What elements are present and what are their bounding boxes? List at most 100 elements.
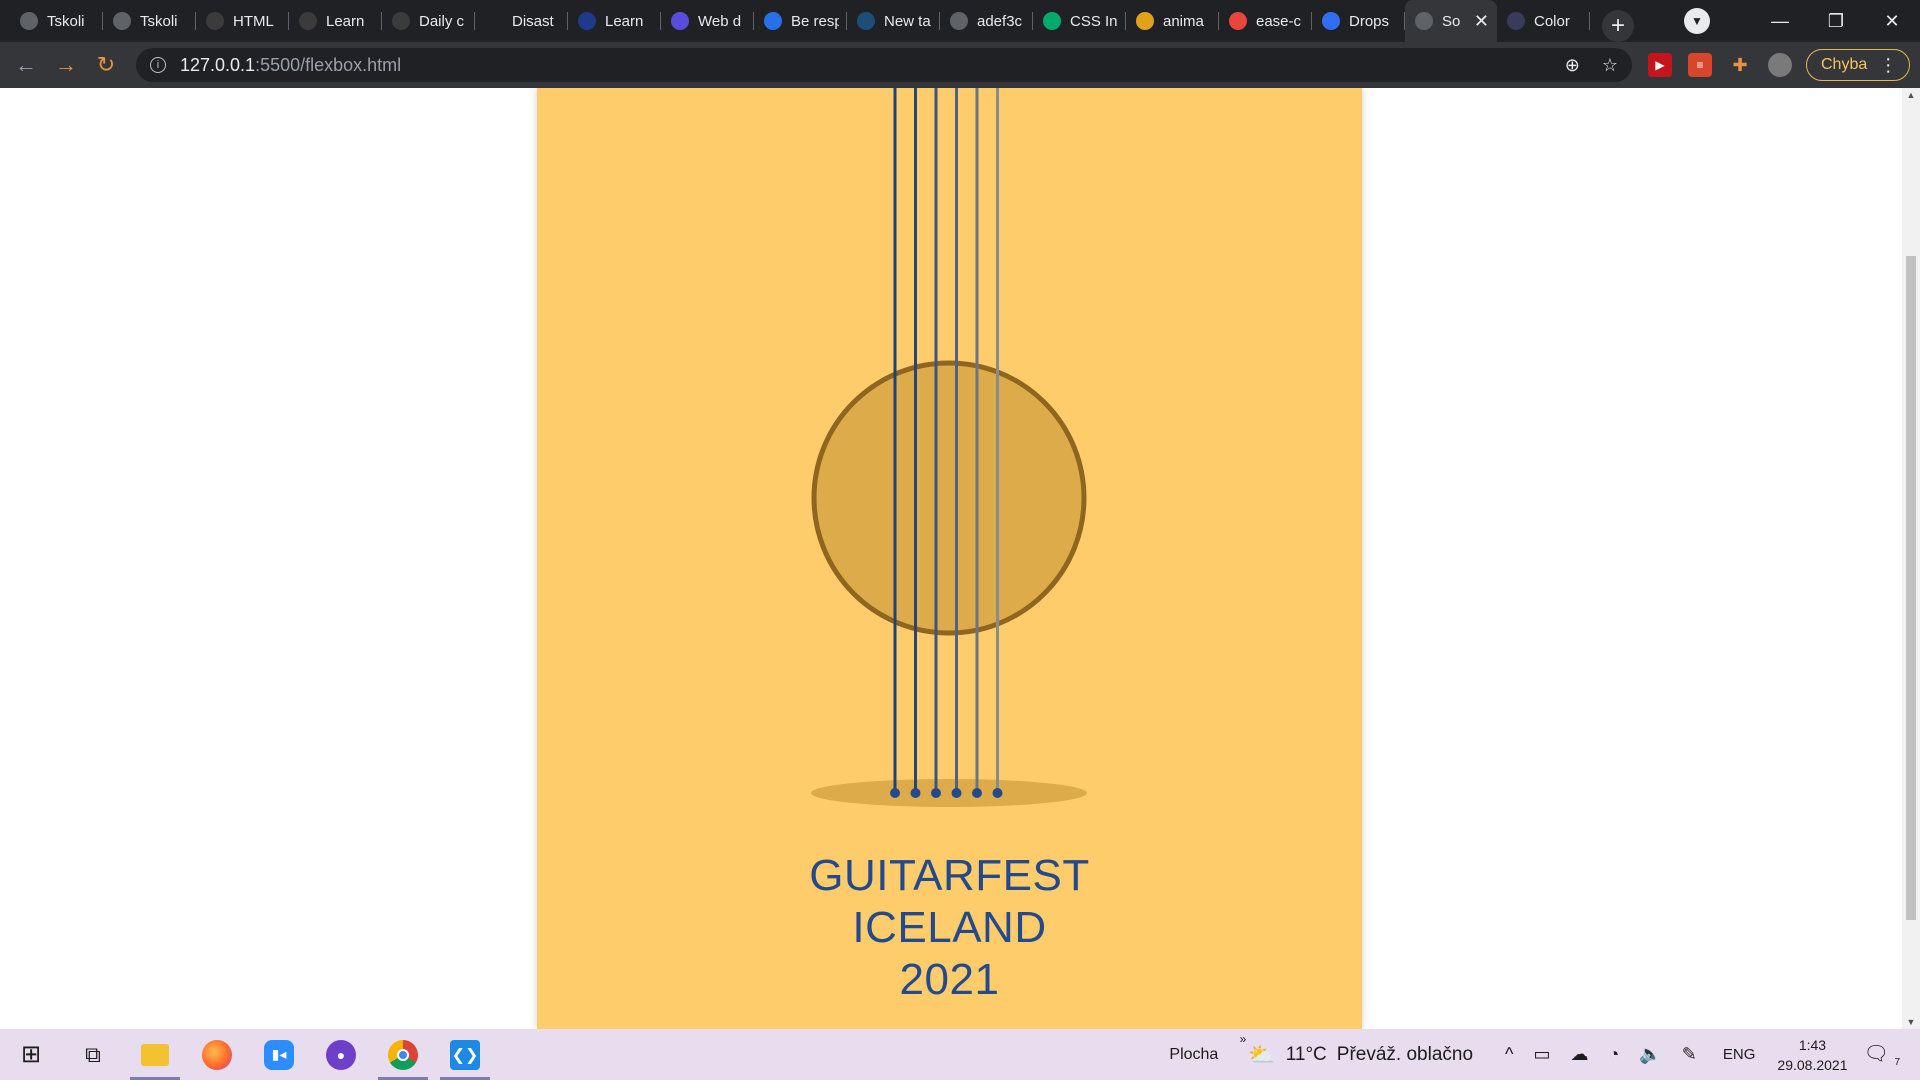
- new-tab-button[interactable]: +: [1602, 10, 1634, 42]
- reload-button[interactable]: ↻: [86, 52, 126, 78]
- url-path: :5500/flexbox.html: [255, 54, 402, 75]
- tab-title: Tskoli: [140, 12, 178, 30]
- close-window-button[interactable]: ✕: [1864, 11, 1920, 32]
- chevron-double-right-icon: »: [1239, 1031, 1247, 1046]
- scroll-up-arrow-icon[interactable]: ▲: [1902, 90, 1920, 100]
- scrollbar-thumb[interactable]: [1906, 256, 1916, 920]
- tab-list: Tskoli Tskoli HTML Learn Daily c Disast Learn W…: [0, 0, 1590, 42]
- globe-icon: [20, 12, 38, 30]
- taskbar-file-explorer[interactable]: [124, 1029, 186, 1080]
- task-view-icon: ⧉: [85, 1041, 101, 1067]
- tab-title: adef3c: [977, 12, 1023, 30]
- back-button[interactable]: ←: [6, 52, 46, 78]
- taskbar-zoom[interactable]: ▮◂: [248, 1029, 310, 1080]
- language-indicator[interactable]: ENG: [1723, 1046, 1756, 1063]
- tab-title: Daily c: [419, 12, 465, 30]
- tab-title: Be resp: [791, 12, 839, 30]
- globe-icon: [113, 12, 131, 30]
- minimize-button[interactable]: —: [1752, 11, 1808, 32]
- stairs-icon: [299, 12, 317, 30]
- taskbar-chrome[interactable]: [372, 1029, 434, 1080]
- chevron-up-icon[interactable]: ^: [1505, 1044, 1513, 1065]
- browser-tab[interactable]: Tskoli: [10, 0, 103, 42]
- browser-tab[interactable]: Learn: [568, 0, 661, 42]
- poster-title-line-3: 2021: [899, 955, 1000, 1004]
- drop-icon: [1322, 12, 1340, 30]
- browser-tab[interactable]: adef3c: [940, 0, 1033, 42]
- forward-button[interactable]: →: [46, 52, 86, 78]
- windows-start-button[interactable]: ⊞: [0, 1029, 62, 1080]
- w-logo-icon: [671, 12, 689, 30]
- weather-widget[interactable]: ⛅ 11°C Převáž. oblačno: [1248, 1042, 1473, 1068]
- guitar-bridge: [811, 779, 1087, 807]
- tab-title: So: [1442, 12, 1461, 30]
- restore-button[interactable]: ❐: [1808, 11, 1864, 32]
- bridge-pin: [910, 788, 921, 798]
- browser-tab[interactable]: Disast: [475, 0, 568, 42]
- browser-tab[interactable]: anima: [1126, 0, 1219, 42]
- avatar[interactable]: [1768, 53, 1792, 77]
- w3-icon: [1043, 12, 1061, 30]
- taskbar-vscode[interactable]: ❮❯: [434, 1029, 496, 1080]
- menu-kebab-icon[interactable]: ⋮: [1879, 55, 1897, 76]
- notification-center-button[interactable]: 🗨 7: [1863, 1041, 1900, 1068]
- page-scrollbar[interactable]: ▲ ▼: [1902, 88, 1920, 1029]
- taskbar-firefox[interactable]: [186, 1029, 248, 1080]
- battery-icon[interactable]: ▭: [1533, 1044, 1550, 1065]
- onedrive-cloud-icon[interactable]: ☁: [1571, 1044, 1589, 1065]
- wifi-icon[interactable]: ◔: [1609, 1044, 1620, 1065]
- firefox-icon: [202, 1039, 232, 1070]
- stairs-icon: [206, 12, 224, 30]
- tab-title: CSS In: [1070, 12, 1118, 30]
- temperature: 11°C: [1285, 1043, 1327, 1065]
- stairs-icon: [392, 12, 410, 30]
- address-bar[interactable]: i 127.0.0.1:5500/flexbox.html ⊕ ☆: [136, 48, 1632, 82]
- weather-description: Převáž. oblačno: [1336, 1043, 1474, 1065]
- poster-title-line-1: GUITARFEST: [809, 851, 1090, 900]
- tab-title: Web d: [698, 12, 742, 30]
- tab-title: Disast: [512, 12, 554, 30]
- browser-tab[interactable]: Web d: [661, 0, 754, 42]
- browser-tab[interactable]: Daily c: [382, 0, 475, 42]
- browser-tab[interactable]: Tskoli: [103, 0, 196, 42]
- tab-title: anima: [1163, 12, 1204, 30]
- task-view-button[interactable]: ⧉: [62, 1029, 124, 1080]
- zoom-icon: ▮◂: [264, 1039, 294, 1070]
- tab-title: ease-c: [1256, 12, 1302, 30]
- tab-title: HTML: [233, 12, 274, 30]
- desktop-label: Plocha: [1169, 1045, 1219, 1063]
- downloads-icon[interactable]: ▼: [1684, 8, 1710, 34]
- windows-taskbar: ⊞ ⧉ ▮◂ ● ❮❯ Plocha » ⛅ 11°C Převáž. obla…: [0, 1029, 1920, 1080]
- browser-tab[interactable]: So ✕: [1405, 0, 1497, 42]
- extension-todoist-icon[interactable]: ≡: [1688, 53, 1712, 77]
- close-tab-icon[interactable]: ✕: [1474, 11, 1489, 32]
- desktop-toolbar[interactable]: Plocha »: [1169, 1032, 1246, 1064]
- site-info-icon[interactable]: i: [150, 57, 166, 73]
- browser-tab[interactable]: Color: [1497, 0, 1590, 42]
- extension-youtube-icon[interactable]: ▶: [1648, 53, 1672, 77]
- browser-tab[interactable]: CSS In: [1033, 0, 1126, 42]
- extensions-puzzle-icon[interactable]: ✚: [1728, 53, 1752, 77]
- chrome-icon: [1136, 12, 1154, 30]
- globe-icon: [950, 12, 968, 30]
- clock[interactable]: 1:43 29.08.2021: [1777, 1035, 1847, 1075]
- pen-icon[interactable]: ✎: [1682, 1044, 1697, 1065]
- freecodecamp-icon: [857, 12, 875, 30]
- browser-tab[interactable]: ease-c: [1219, 0, 1312, 42]
- profile-error-button[interactable]: Chyba ⋮: [1806, 49, 1911, 81]
- browser-tab[interactable]: Drops: [1312, 0, 1405, 42]
- browser-tab[interactable]: HTML: [196, 0, 289, 42]
- scroll-down-arrow-icon[interactable]: ▼: [1902, 1017, 1920, 1027]
- system-tray: Plocha » ⛅ 11°C Převáž. oblačno ^ ▭ ☁ ◔ …: [1169, 1029, 1920, 1080]
- browser-tab[interactable]: Be resp: [754, 0, 847, 42]
- tab-title: Tskoli: [47, 12, 85, 30]
- notification-icon: 🗨: [1863, 1043, 1889, 1065]
- bookmark-star-icon[interactable]: ☆: [1602, 55, 1618, 76]
- windows-start-icon: ⊞: [20, 1041, 42, 1068]
- bridge-pin: [951, 788, 962, 798]
- zoom-icon[interactable]: ⊕: [1565, 55, 1580, 76]
- taskbar-github-desktop[interactable]: ●: [310, 1029, 372, 1080]
- browser-tab[interactable]: New ta: [847, 0, 940, 42]
- volume-icon[interactable]: 🔈: [1639, 1044, 1661, 1065]
- browser-tab[interactable]: Learn: [289, 0, 382, 42]
